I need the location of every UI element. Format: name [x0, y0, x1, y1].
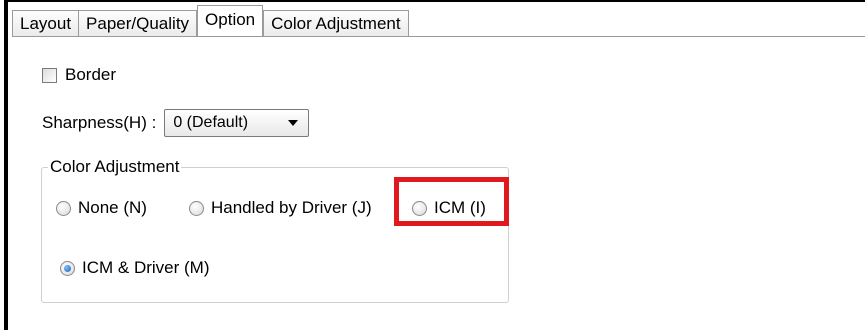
radio-button[interactable]	[189, 200, 204, 216]
sharpness-label: Sharpness(H) :	[42, 113, 157, 132]
radio-button-selected[interactable]	[60, 260, 75, 276]
dialog-frame: Layout Paper/Quality Option Color Adjust…	[4, 0, 865, 330]
sharpness-value: 0 (Default)	[173, 114, 249, 131]
radio-handled-by-driver[interactable]: Handled by Driver (J)	[189, 198, 372, 218]
radio-handled-by-driver-label: Handled by Driver (J)	[211, 198, 372, 217]
border-option[interactable]: Border	[42, 65, 116, 85]
option-panel: Border Sharpness(H) : 0 (Default) Color …	[12, 37, 865, 330]
chevron-down-icon	[288, 120, 299, 126]
border-label: Border	[65, 65, 117, 84]
tab-layout[interactable]: Layout	[12, 10, 80, 36]
tab-strip: Layout Paper/Quality Option Color Adjust…	[12, 5, 409, 36]
sharpness-row: Sharpness(H) : 0 (Default)	[42, 109, 310, 137]
radio-icm-and-driver[interactable]: ICM & Driver (M)	[60, 258, 209, 278]
tab-option[interactable]: Option	[197, 5, 264, 36]
border-checkbox[interactable]	[42, 67, 57, 83]
tab-color-adjustment[interactable]: Color Adjustment	[263, 10, 409, 36]
color-adjustment-title: Color Adjustment	[48, 157, 182, 177]
tab-paper-quality[interactable]: Paper/Quality	[78, 10, 198, 36]
radio-icm-and-driver-label: ICM & Driver (M)	[82, 258, 210, 277]
radio-none[interactable]: None (N)	[56, 198, 147, 218]
highlight-box	[394, 177, 509, 226]
radio-none-label: None (N)	[78, 198, 147, 217]
radio-button[interactable]	[56, 200, 71, 216]
sharpness-dropdown[interactable]: 0 (Default)	[164, 109, 310, 137]
